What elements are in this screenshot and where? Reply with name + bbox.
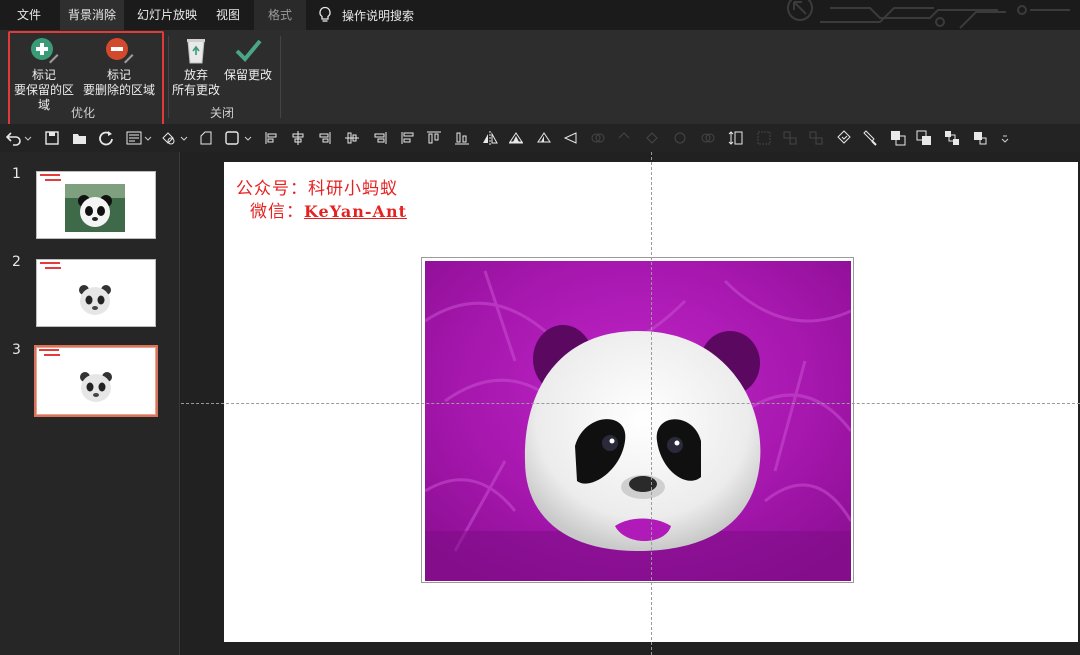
discard-label-1: 放弃 — [183, 68, 208, 82]
panda-picture[interactable] — [425, 261, 851, 581]
merge-shapes-icon[interactable] — [590, 130, 606, 146]
lightbulb-icon — [319, 6, 331, 22]
rotate-icon[interactable] — [536, 130, 552, 146]
slide-thumbnail-2[interactable] — [36, 259, 156, 327]
ungroup-objects-icon[interactable] — [782, 130, 798, 146]
watermark-id: KeYan-Ant — [304, 202, 407, 221]
group-close-label: 关闭 — [209, 106, 234, 120]
tab-background-removal[interactable]: 背景消除 — [60, 0, 124, 30]
quick-access-toolbar — [0, 124, 1080, 152]
size-icon[interactable] — [728, 130, 744, 146]
slide-number-3: 3 — [12, 342, 21, 358]
chevron-down-icon[interactable] — [180, 130, 188, 146]
text-box-icon[interactable] — [126, 130, 142, 146]
chevron-down-icon[interactable] — [244, 130, 252, 146]
chevron-down-icon[interactable] — [144, 130, 152, 146]
regroup-objects-icon[interactable] — [808, 130, 824, 146]
combine-shapes-icon[interactable] — [616, 130, 632, 146]
redo-icon[interactable] — [98, 130, 114, 146]
bring-forward-icon[interactable] — [944, 130, 960, 146]
watermark-prefix: 微信： — [250, 202, 304, 222]
tell-me-label: 操作说明搜索 — [342, 8, 415, 23]
slide-number-2: 2 — [12, 254, 21, 270]
circuit-decoration — [787, 0, 1070, 29]
align-top-icon[interactable] — [400, 130, 416, 146]
watermark-line-2: 微信：KeYan-Ant — [250, 197, 407, 222]
watermark-line-1: 公众号：科研小蚂蚁 — [236, 179, 398, 199]
highlight-box — [8, 31, 164, 126]
customize-toolbar-icon[interactable] — [1000, 130, 1010, 146]
align-left-icon[interactable] — [264, 130, 280, 146]
fragment-shapes-icon[interactable] — [644, 130, 660, 146]
keep-changes-button[interactable]: 保留更改 — [222, 36, 274, 83]
send-backward-icon[interactable] — [562, 130, 578, 146]
shape-icon[interactable] — [160, 130, 176, 146]
send-to-back-icon[interactable] — [916, 130, 932, 146]
flip-vertical-icon[interactable] — [508, 130, 524, 146]
format-painter-icon[interactable] — [862, 130, 878, 146]
save-icon[interactable] — [44, 130, 60, 146]
tab-format[interactable]: 格式 — [254, 0, 306, 30]
ribbon-separator — [280, 36, 281, 118]
recycle-bin-icon — [187, 39, 205, 64]
slide-number-1: 1 — [12, 166, 21, 182]
flip-horizontal-icon[interactable] — [482, 130, 498, 146]
tab-file[interactable]: 文件 — [8, 0, 50, 30]
intersect-shapes-icon[interactable] — [672, 130, 688, 146]
tell-me-search[interactable]: 操作说明搜索 — [318, 0, 414, 30]
align-right-icon[interactable] — [316, 130, 332, 146]
send-backward-layer-icon[interactable] — [972, 130, 988, 146]
panda-image — [425, 261, 851, 581]
ribbon-separator — [168, 36, 169, 118]
tab-view[interactable]: 视图 — [208, 0, 248, 30]
align-center-icon[interactable] — [290, 130, 306, 146]
chevron-down-icon[interactable] — [24, 130, 32, 146]
rectangle-icon[interactable] — [224, 130, 240, 146]
panda-cutout-thumbnail — [79, 285, 111, 315]
menu-bar: 文件 背景消除 幻灯片放映 视图 格式 操作说明搜索 — [0, 0, 1080, 30]
rounded-rectangle-icon[interactable] — [198, 130, 214, 146]
align-middle-icon[interactable] — [344, 130, 360, 146]
checkmark-icon — [235, 39, 262, 62]
discard-label-2: 所有更改 — [171, 83, 220, 97]
horizontal-smart-guide — [181, 403, 1080, 404]
slide-thumbnail-1[interactable] — [36, 171, 156, 239]
group-objects-icon[interactable] — [756, 130, 772, 146]
distribute-horizontal-icon[interactable] — [372, 130, 388, 146]
selection-pane-icon[interactable] — [836, 130, 852, 146]
panda-cutout-thumbnail — [80, 372, 112, 402]
keep-changes-label: 保留更改 — [223, 68, 272, 82]
discard-all-changes-button[interactable]: 放弃 所有更改 — [170, 36, 222, 98]
subtract-shapes-icon[interactable] — [700, 130, 716, 146]
align-top-edge-icon[interactable] — [426, 130, 442, 146]
open-folder-icon[interactable] — [72, 130, 88, 146]
align-bottom-icon[interactable] — [454, 130, 470, 146]
bring-to-front-icon[interactable] — [890, 130, 906, 146]
slide-thumbnail-3[interactable] — [34, 345, 158, 417]
panda-thumbnail-image — [65, 184, 125, 232]
tab-slideshow[interactable]: 幻灯片放映 — [130, 0, 204, 30]
undo-icon[interactable] — [6, 130, 22, 146]
